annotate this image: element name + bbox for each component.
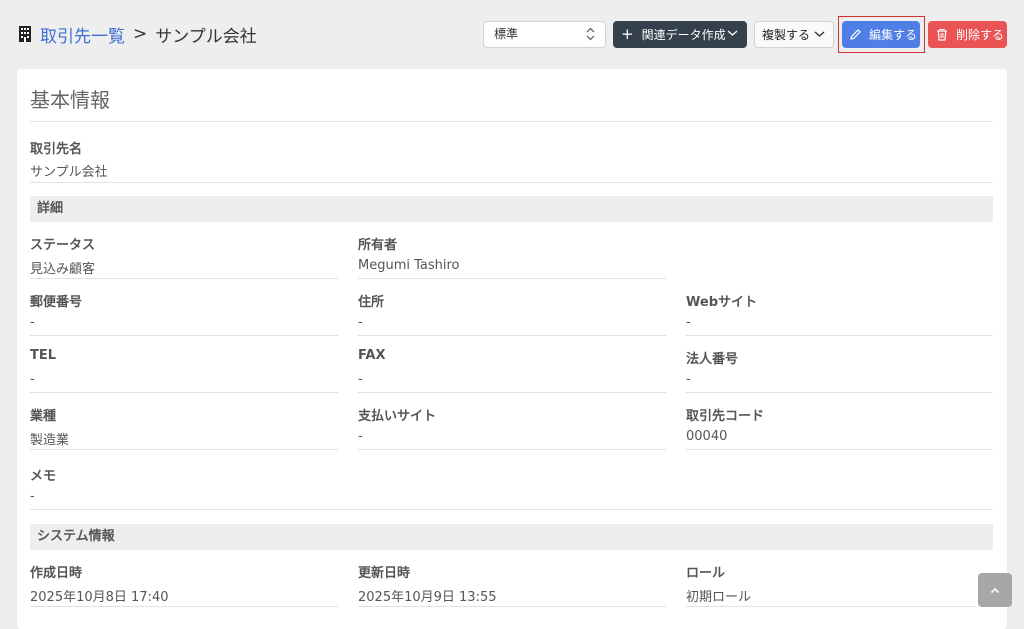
page-header: 取引先一覧 > サンプル会社 標準 + 関連データ作成 複製する 編集する 削除… bbox=[0, 0, 1024, 70]
arrow-up-icon bbox=[990, 587, 1000, 593]
layout-select[interactable]: 標準 bbox=[483, 21, 606, 48]
fax-label: FAX bbox=[358, 348, 386, 363]
field-divider bbox=[686, 392, 993, 393]
tel-label: TEL bbox=[30, 348, 57, 363]
memo-divider bbox=[30, 509, 993, 510]
detail-card: 基本情報 取引先名 サンプル会社 詳細 ステータス 見込み顧客 所有者 Megu… bbox=[17, 69, 1007, 629]
chevron-down-icon bbox=[814, 31, 825, 37]
status-value: 見込み顧客 bbox=[30, 262, 96, 277]
trash-icon bbox=[937, 28, 947, 41]
address-label: 住所 bbox=[358, 295, 385, 310]
postal-code-value: - bbox=[30, 315, 35, 330]
field-divider bbox=[30, 449, 338, 450]
delete-button[interactable]: 削除する bbox=[928, 21, 1007, 48]
created-at-label: 作成日時 bbox=[30, 566, 83, 581]
field-divider bbox=[358, 606, 666, 607]
field-divider bbox=[358, 392, 666, 393]
account-name-label: 取引先名 bbox=[30, 142, 83, 157]
updown-icon bbox=[586, 27, 595, 41]
edit-label: 編集する bbox=[869, 28, 918, 42]
title-divider bbox=[30, 121, 993, 122]
field-divider bbox=[686, 606, 976, 607]
delete-label: 削除する bbox=[956, 28, 1005, 42]
breadcrumb: 取引先一覧 > サンプル会社 bbox=[18, 22, 257, 47]
copy-button[interactable]: 複製する bbox=[754, 21, 834, 48]
postal-code-label: 郵便番号 bbox=[30, 295, 83, 310]
field-divider bbox=[358, 449, 666, 450]
tel-value: - bbox=[30, 372, 35, 387]
plus-icon: + bbox=[621, 25, 634, 43]
create-related-button[interactable]: + 関連データ作成 bbox=[613, 21, 747, 48]
role-value: 初期ロール bbox=[686, 590, 752, 605]
account-name-value: サンプル会社 bbox=[30, 165, 108, 180]
pencil-icon bbox=[850, 29, 861, 40]
industry-label: 業種 bbox=[30, 409, 57, 424]
payment-terms-label: 支払いサイト bbox=[358, 409, 437, 424]
breadcrumb-accounts-link[interactable]: 取引先一覧 bbox=[40, 22, 125, 47]
website-value: - bbox=[686, 315, 691, 330]
memo-label: メモ bbox=[30, 469, 57, 484]
account-code-value: 00040 bbox=[686, 429, 728, 444]
corporate-number-label: 法人番号 bbox=[686, 352, 739, 367]
layout-select-value: 標準 bbox=[494, 27, 519, 41]
role-label: ロール bbox=[686, 566, 726, 581]
updated-at-value: 2025年10月9日 13:55 bbox=[358, 590, 497, 605]
system-section-header: システム情報 bbox=[30, 524, 993, 550]
corporate-number-value: - bbox=[686, 372, 691, 387]
scroll-to-top-button[interactable] bbox=[978, 573, 1012, 607]
payment-terms-value: - bbox=[358, 429, 363, 444]
breadcrumb-separator: > bbox=[133, 24, 148, 44]
field-divider bbox=[358, 335, 666, 336]
memo-value: - bbox=[30, 489, 35, 504]
chevron-down-icon bbox=[727, 30, 738, 36]
address-value: - bbox=[358, 315, 363, 330]
name-divider bbox=[30, 182, 993, 183]
account-code-label: 取引先コード bbox=[686, 409, 765, 424]
field-divider bbox=[358, 278, 666, 279]
field-divider bbox=[30, 392, 338, 393]
owner-value: Megumi Tashiro bbox=[358, 258, 460, 273]
field-divider bbox=[30, 606, 338, 607]
card-title: 基本情報 bbox=[30, 88, 110, 112]
updated-at-label: 更新日時 bbox=[358, 566, 411, 581]
building-icon bbox=[19, 26, 31, 42]
field-divider bbox=[30, 335, 338, 336]
breadcrumb-current: サンプル会社 bbox=[155, 26, 257, 47]
create-related-label: 関連データ作成 bbox=[641, 28, 726, 42]
field-divider bbox=[686, 449, 993, 450]
edit-button[interactable]: 編集する bbox=[842, 21, 920, 48]
details-section-header: 詳細 bbox=[30, 196, 993, 222]
copy-label: 複製する bbox=[762, 28, 811, 42]
owner-label: 所有者 bbox=[358, 238, 398, 253]
industry-value: 製造業 bbox=[30, 433, 70, 448]
website-label: Webサイト bbox=[686, 295, 757, 310]
status-label: ステータス bbox=[30, 238, 96, 253]
field-divider bbox=[30, 278, 338, 279]
created-at-value: 2025年10月8日 17:40 bbox=[30, 590, 169, 605]
fax-value: - bbox=[358, 372, 363, 387]
field-divider bbox=[686, 335, 993, 336]
